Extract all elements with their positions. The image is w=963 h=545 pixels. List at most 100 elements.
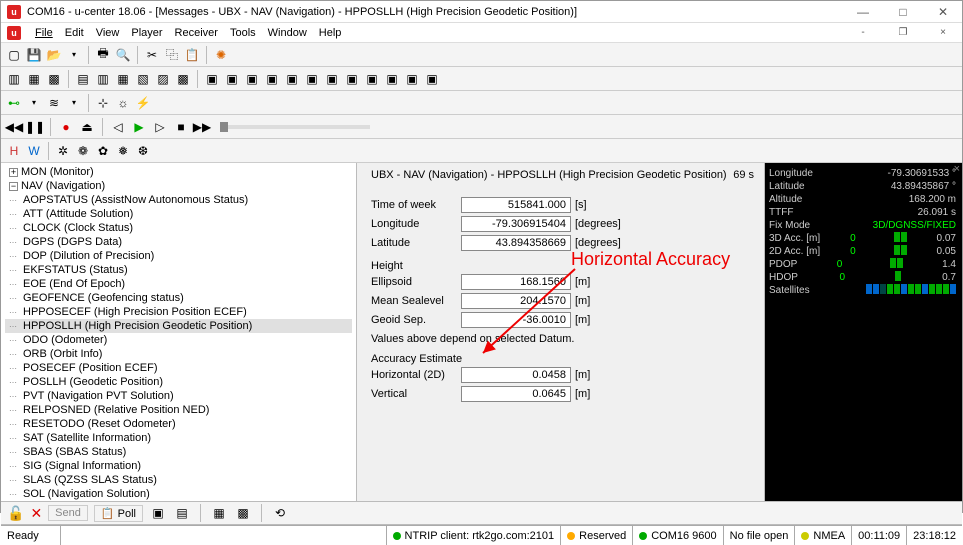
dd2-icon[interactable]: ▾ <box>65 94 83 112</box>
tree-pane[interactable]: +MON (Monitor) −NAV (Navigation) AOPSTAT… <box>1 163 357 501</box>
maximize-button[interactable]: □ <box>890 3 916 21</box>
tree-nav[interactable]: −NAV (Navigation) <box>5 179 352 193</box>
tree-item[interactable]: ATT (Attitude Solution) <box>5 207 352 221</box>
p12-icon[interactable]: ▣ <box>423 70 441 88</box>
gear3-icon[interactable]: ✿ <box>94 142 112 160</box>
gear4-icon[interactable]: ❅ <box>114 142 132 160</box>
tree-item[interactable]: ORB (Orbit Info) <box>5 347 352 361</box>
tree-item[interactable]: CLOCK (Clock Status) <box>5 221 352 235</box>
tree-item[interactable]: SOL (Navigation Solution) <box>5 487 352 501</box>
print-icon[interactable]: 🖶 <box>94 46 112 64</box>
bt3-icon[interactable]: ▦ <box>210 504 228 522</box>
p8-icon[interactable]: ▣ <box>343 70 361 88</box>
delete-icon[interactable]: ✕ <box>30 505 42 522</box>
new-icon[interactable]: ▢ <box>5 46 23 64</box>
menu-window[interactable]: Window <box>268 27 307 39</box>
preview-icon[interactable]: 🔍 <box>114 46 132 64</box>
wave-icon[interactable]: ≋ <box>45 94 63 112</box>
tree-item[interactable]: RESETODO (Reset Odometer) <box>5 417 352 431</box>
tree-item[interactable]: EOE (End Of Epoch) <box>5 277 352 291</box>
tree-item[interactable]: AOPSTATUS (AssistNow Autonomous Status) <box>5 193 352 207</box>
gear5-icon[interactable]: ❆ <box>134 142 152 160</box>
h-icon[interactable]: H <box>5 142 23 160</box>
send-button[interactable]: Send <box>48 505 88 521</box>
gear1-icon[interactable]: ✲ <box>54 142 72 160</box>
stop-icon[interactable]: ■ <box>172 118 190 136</box>
mdi-close-button[interactable]: × <box>930 24 956 42</box>
tree-item[interactable]: SBAS (SBAS Status) <box>5 445 352 459</box>
lock-icon[interactable]: 🔓 <box>7 505 24 522</box>
skip-back-icon[interactable]: ◀◀ <box>5 118 23 136</box>
tree-mon[interactable]: +MON (Monitor) <box>5 165 352 179</box>
skip-fwd-icon[interactable]: ▶▶ <box>193 118 211 136</box>
p6-icon[interactable]: ▣ <box>303 70 321 88</box>
p1-icon[interactable]: ▣ <box>203 70 221 88</box>
open-icon[interactable]: 📂 <box>45 46 63 64</box>
bug-icon[interactable]: ✺ <box>212 46 230 64</box>
close-button[interactable]: ✕ <box>930 3 956 21</box>
mdi-restore-button[interactable]: ❐ <box>890 24 916 42</box>
target-icon[interactable]: ⊹ <box>94 94 112 112</box>
grid2-icon[interactable]: ▥ <box>94 70 112 88</box>
grid4-icon[interactable]: ▧ <box>134 70 152 88</box>
poll-button[interactable]: 📋 Poll <box>94 505 143 522</box>
tree-item[interactable]: SIG (Signal Information) <box>5 459 352 473</box>
p2-icon[interactable]: ▣ <box>223 70 241 88</box>
menu-view[interactable]: View <box>96 27 120 39</box>
record-icon[interactable]: ● <box>57 118 75 136</box>
bt5-icon[interactable]: ⟲ <box>271 504 289 522</box>
gear2-icon[interactable]: ❁ <box>74 142 92 160</box>
grid6-icon[interactable]: ▩ <box>174 70 192 88</box>
p3-icon[interactable]: ▣ <box>243 70 261 88</box>
grid5-icon[interactable]: ▨ <box>154 70 172 88</box>
p7-icon[interactable]: ▣ <box>323 70 341 88</box>
view3-icon[interactable]: ▩ <box>45 70 63 88</box>
menu-help[interactable]: Help <box>319 27 342 39</box>
eject-icon[interactable]: ⏏ <box>78 118 96 136</box>
play-icon[interactable]: ▶ <box>130 118 148 136</box>
p4-icon[interactable]: ▣ <box>263 70 281 88</box>
bt4-icon[interactable]: ▩ <box>234 504 252 522</box>
w-icon[interactable]: W <box>25 142 43 160</box>
tree-item[interactable]: EKFSTATUS (Status) <box>5 263 352 277</box>
tree-item-selected[interactable]: HPPOSLLH (High Precision Geodetic Positi… <box>5 319 352 333</box>
tree-item[interactable]: SLAS (QZSS SLAS Status) <box>5 473 352 487</box>
mdi-minimize-button[interactable]: - <box>850 24 876 42</box>
tree-item[interactable]: POSLLH (Geodetic Position) <box>5 375 352 389</box>
tree-item[interactable]: ODO (Odometer) <box>5 333 352 347</box>
save-icon[interactable]: 💾 <box>25 46 43 64</box>
menu-file[interactable]: File <box>35 27 53 39</box>
tree-item[interactable]: DOP (Dilution of Precision) <box>5 249 352 263</box>
tree-item[interactable]: POSECEF (Position ECEF) <box>5 361 352 375</box>
minimize-button[interactable]: — <box>850 3 876 21</box>
menu-receiver[interactable]: Receiver <box>175 27 218 39</box>
cut-icon[interactable]: ✂ <box>143 46 161 64</box>
p10-icon[interactable]: ▣ <box>383 70 401 88</box>
tree-item[interactable]: GEOFENCE (Geofencing status) <box>5 291 352 305</box>
paste-icon[interactable]: 📋 <box>183 46 201 64</box>
view2-icon[interactable]: ▦ <box>25 70 43 88</box>
tree-item[interactable]: HPPOSECEF (High Precision Position ECEF) <box>5 305 352 319</box>
tree-item[interactable]: RELPOSNED (Relative Position NED) <box>5 403 352 417</box>
dd1-icon[interactable]: ▾ <box>25 94 43 112</box>
tree-item[interactable]: SAT (Satellite Information) <box>5 431 352 445</box>
sun-icon[interactable]: ☼ <box>114 94 132 112</box>
connect-icon[interactable]: ⊷ <box>5 94 23 112</box>
grid1-icon[interactable]: ▤ <box>74 70 92 88</box>
bt1-icon[interactable]: ▣ <box>149 504 167 522</box>
menu-edit[interactable]: Edit <box>65 27 84 39</box>
step-back-icon[interactable]: ◁ <box>109 118 127 136</box>
menu-tools[interactable]: Tools <box>230 27 256 39</box>
player-slider[interactable] <box>220 125 370 129</box>
down-icon[interactable]: ▾ <box>65 46 83 64</box>
p11-icon[interactable]: ▣ <box>403 70 421 88</box>
bt2-icon[interactable]: ▤ <box>173 504 191 522</box>
copy-icon[interactable]: ⿻ <box>163 46 181 64</box>
tree-item[interactable]: DGPS (DGPS Data) <box>5 235 352 249</box>
step-fwd-icon[interactable]: ▷ <box>151 118 169 136</box>
tree-item[interactable]: PVT (Navigation PVT Solution) <box>5 389 352 403</box>
p5-icon[interactable]: ▣ <box>283 70 301 88</box>
menu-player[interactable]: Player <box>131 27 162 39</box>
bolt-icon[interactable]: ⚡ <box>134 94 152 112</box>
grid3-icon[interactable]: ▦ <box>114 70 132 88</box>
